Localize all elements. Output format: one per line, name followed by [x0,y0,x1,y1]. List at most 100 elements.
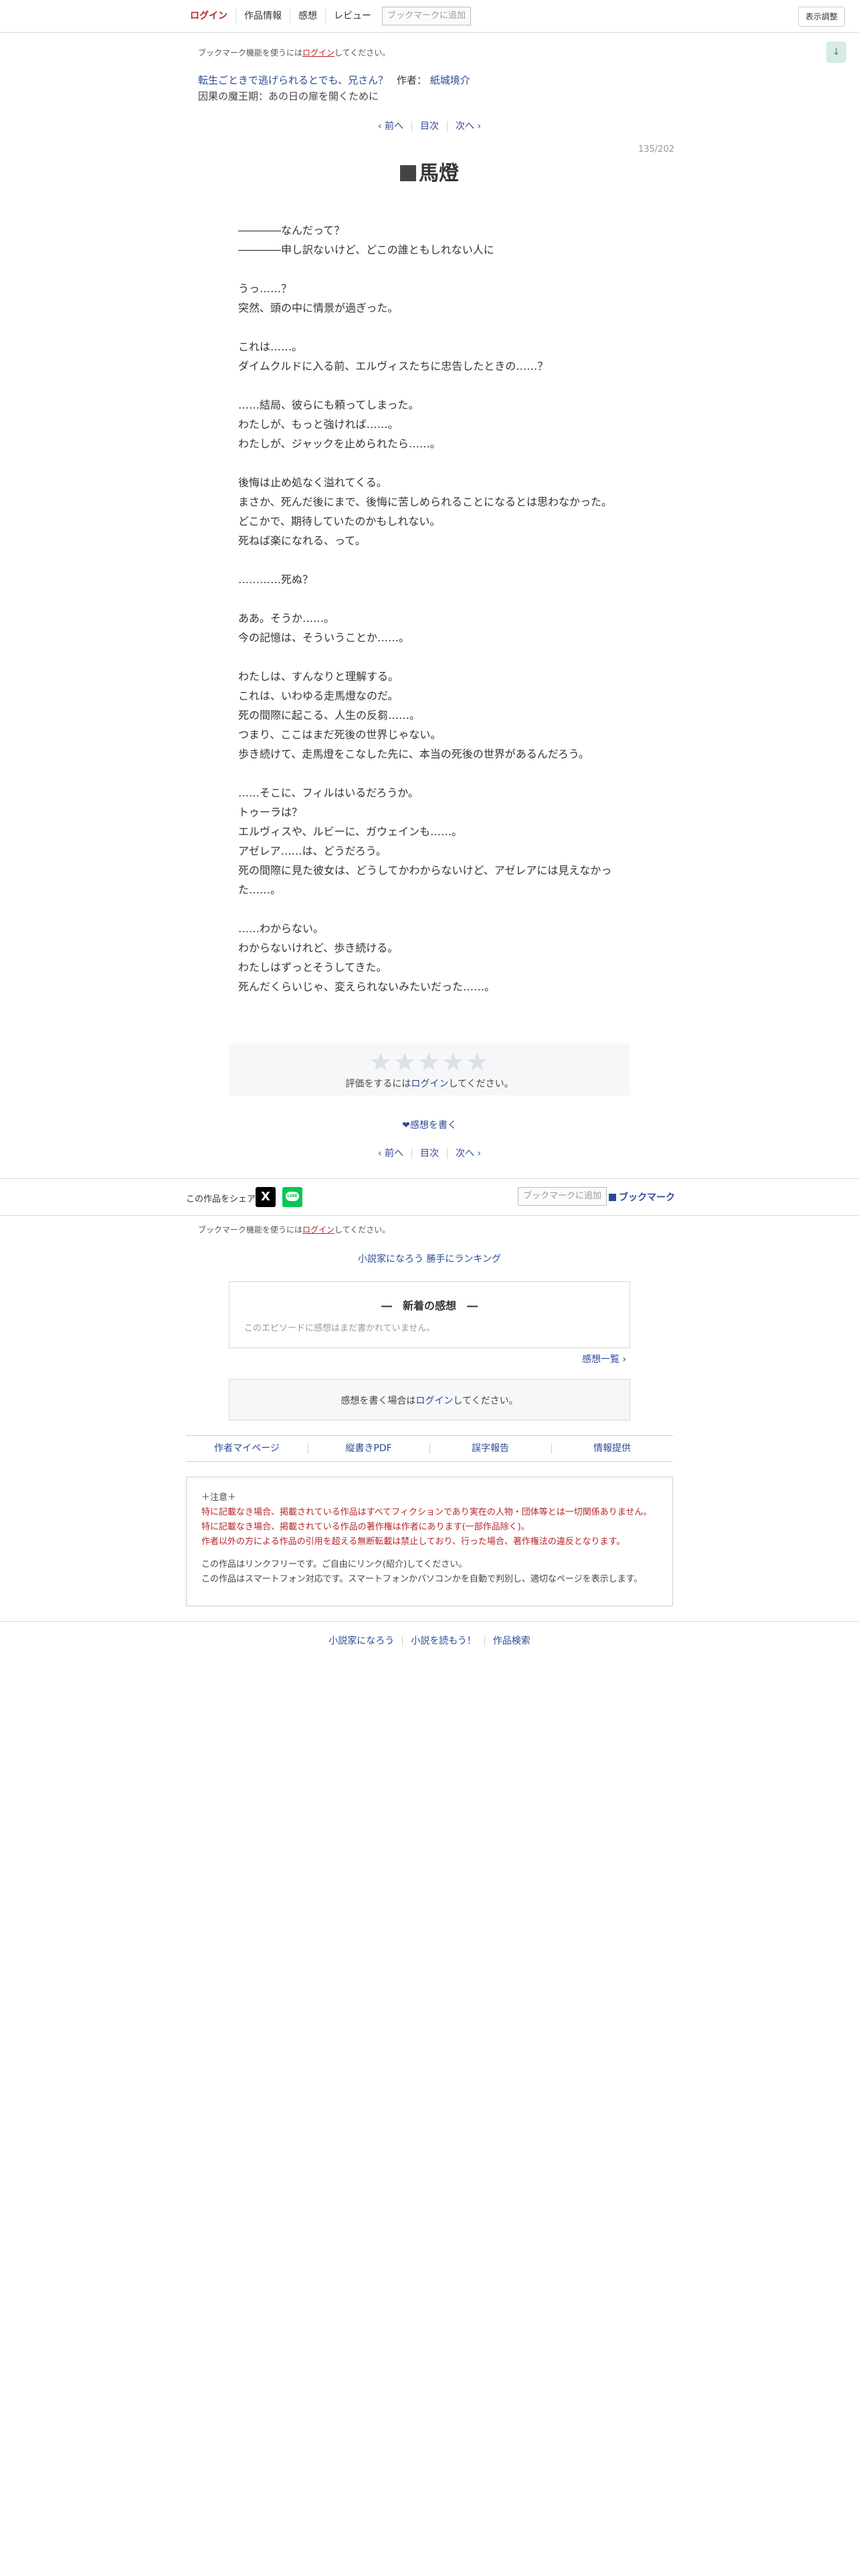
rating-text: してください。 [448,1079,514,1089]
line-share-icon[interactable]: LINE [282,1187,302,1207]
notice-text: してください。 [335,1225,391,1235]
notice-text: ブックマーク機能を使うには [198,48,303,58]
prev-link[interactable]: ‹ 前へ [378,121,403,132]
novel-line: …………死ぬ？ [238,573,314,586]
top-nav: ログイン 作品情報 感想 レビュー ブックマークに追加 [186,5,472,27]
typo-report-link[interactable]: 誤字報告 [430,1436,551,1461]
novel-line [229,453,630,473]
novel-line: ……結局、彼らにも頼ってしまった。 [238,399,419,411]
review-login-text: 感想を書く場合は [341,1396,416,1406]
bookmark-link-label: ブックマーク [619,1192,675,1203]
share-bookmark-add-button[interactable]: ブックマークに追加 [518,1187,607,1206]
reviews-list-link[interactable]: 感想一覧 › [582,1352,626,1366]
rating-stars[interactable]: ★★★★★ [229,1047,630,1077]
divider [447,1148,448,1159]
novel-line: ああ。そうか……。 [238,612,335,625]
novel-line: 歩き続けて、走馬燈をこなした先に、本当の死後の世界があるんだろう。 [238,748,589,760]
share-bar: この作品をシェア X LINE ブックマークに追加 ブックマーク [0,1178,859,1216]
novel-line [229,589,630,609]
rating-text: 評価をするには [345,1079,411,1089]
vertical-pdf-link[interactable]: 縦書きPDF [308,1436,430,1461]
bookmark-login-notice-bottom: ブックマーク機能を使うにはログインしてください。 [198,1224,390,1235]
author-label: 作者： [396,74,427,86]
novel-line: うっ……？ [238,282,292,295]
novel-line: 今の記憶は、そういうことか……。 [238,631,410,644]
work-search-link[interactable]: 作品検索 [493,1636,531,1646]
notice-warning: 作者以外の方による作品の引用を超える無断転載は禁止しており、行った場合、著作権法… [201,1537,626,1547]
work-info-link[interactable]: 作品情報 [235,9,290,23]
novel-line: 死んだくらいじゃ、変えられないみたいだった……。 [238,980,496,993]
toc-link[interactable]: 目次 [420,121,439,132]
divider [411,1148,412,1159]
top-header: ログイン 作品情報 感想 レビュー ブックマークに追加 表示調整 [0,0,859,33]
notice-warning: 特に記載なき場合、掲載されている作品はすべてフィクションであり実在の人物・団体等… [201,1507,652,1517]
login-link[interactable]: ログイン [186,9,235,23]
novel-line: ――――申し訳ないけど、どこの誰ともしれない人に [238,243,494,256]
pager-bottom: ‹ 前へ 目次 次へ › [0,1146,859,1160]
novel-line: 突然、頭の中に情景が過ぎった。 [238,302,399,314]
novel-body: ――――なんだって？ ――――申し訳ないけど、どこの誰ともしれない人に うっ……？ 突… [229,221,630,996]
novel-line: 死の間際に見た彼女は、どうしてかわからないけど、アゼレアには見えなかっ [238,864,612,877]
notice-head: ＋注意＋ [201,1493,237,1503]
x-share-icon[interactable]: X [256,1187,276,1207]
yomou-link[interactable]: 小説を読もう！ [411,1636,476,1646]
bookmark-link[interactable]: ブックマーク [609,1190,675,1204]
line-icon-bubble: LINE [286,1192,299,1201]
author-mypage-link[interactable]: 作者マイページ [186,1436,308,1461]
novel-line: 死の間際に起こる、人生の反芻……。 [238,709,421,722]
bottom-bar: 小説家になろう 小説を読もう！ 作品検索 [0,1621,859,1658]
novel-line: つまり、ここはまだ死後の世界じゃない。 [238,728,442,741]
novel-line: ――――なんだって？ [238,224,345,237]
info-provide-link[interactable]: 情報提供 [551,1436,673,1461]
notice-text: してください。 [335,48,391,58]
toc-link[interactable]: 目次 [420,1148,439,1159]
author-link[interactable]: 紙城境介 [430,74,470,86]
notice-login-link[interactable]: ログイン [302,48,335,58]
divider [484,1636,485,1646]
review-login-text: してください。 [453,1396,518,1406]
next-link[interactable]: 次へ › [456,121,481,132]
scroll-down-icon[interactable]: ↓ [826,41,846,63]
novel-line: まさか、死んだ後にまで、後悔に苦しめられることになるとは思わなかった。 [238,496,613,508]
novel-line [229,647,630,667]
novel-line: わからないけれど、歩き続ける。 [238,942,399,954]
review-login-link[interactable]: ログイン [415,1396,453,1406]
new-reviews-box: ― 新着の感想 ― このエピソードに感想はまだ書かれていません。 [229,1281,630,1348]
reviews-link[interactable]: 感想 [290,9,325,23]
display-settings-button[interactable]: 表示調整 [798,7,845,27]
novel-line: た……。 [238,883,282,896]
bookmark-add-button[interactable]: ブックマークに追加 [382,7,472,25]
new-reviews-title: ― 新着の感想 ― [381,1299,478,1312]
notice-content: ＋注意＋ 特に記載なき場合、掲載されている作品はすべてフィクションであり実在の人… [201,1491,663,1587]
rating-login-link[interactable]: ログイン [411,1079,448,1089]
novel-line: ……そこに、フィルはいるだろうか。 [238,786,419,799]
chapter-title: 馬燈 [0,160,859,187]
page-counter: 135/202 [638,144,674,154]
divider [402,1636,403,1646]
narou-home-link[interactable]: 小説家になろう [328,1636,394,1646]
bottom-links: 小説家になろう 小説を読もう！ 作品検索 [0,1634,859,1647]
review-login-box: 感想を書く場合はログインしてください。 [229,1379,630,1420]
novel-line: これは……。 [238,340,303,353]
novel-line: 後悔は止め処なく溢れてくる。 [238,476,387,489]
chapter-group: 因果の魔王期：あの日の扉を開くために [198,90,379,102]
divider [447,121,448,132]
novel-line: アゼレア……は、どうだろう。 [238,845,387,857]
ranking-link[interactable]: 小説家になろう 勝手にランキング [0,1252,859,1265]
review-link[interactable]: レビュー [325,9,379,23]
notice-info: この作品はリンクフリーです。ご自由にリンク(紹介)してください。 [201,1560,468,1570]
notice-info: この作品はスマートフォン対応です。スマートフォンかパソコンかを自動で判別し、適切… [201,1574,643,1584]
work-title-link[interactable]: 転生ごときで逃げられるとでも、兄さん？ [198,74,388,86]
write-review-link[interactable]: ❤感想を書く [0,1118,859,1132]
prev-link[interactable]: ‹ 前へ [378,1148,403,1159]
bookmark-square-icon [609,1194,616,1201]
novel-line: わたしはずっとそうしてきた。 [238,961,387,974]
novel-line [229,550,630,570]
novel-line [229,259,630,279]
rating-box: ★★★★★ 評価をするにはログインしてください。 [229,1043,630,1095]
notice-login-link[interactable]: ログイン [302,1225,335,1235]
novel-line [229,376,630,395]
bookmark-login-notice: ブックマーク機能を使うにはログインしてください。 [198,47,390,58]
next-link[interactable]: 次へ › [456,1148,481,1159]
